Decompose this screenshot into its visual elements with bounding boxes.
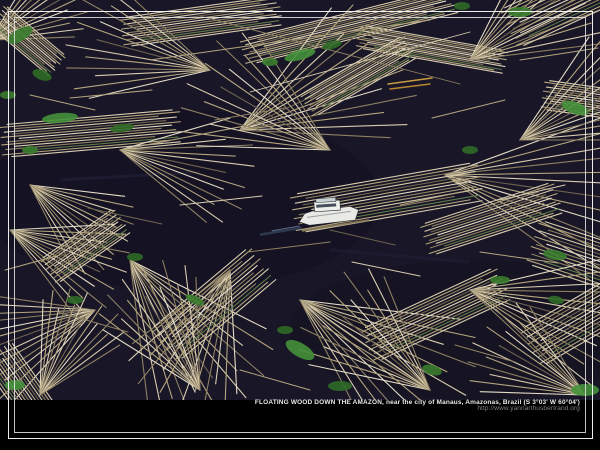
wallpaper: FLOATING WOOD DOWN THE AMAZON, near the …: [0, 0, 600, 450]
caption-url: http://www.yannarthusbertrand.org: [255, 406, 580, 412]
amazon-aerial-photo: [0, 0, 600, 400]
caption: FLOATING WOOD DOWN THE AMAZON, near the …: [255, 400, 580, 412]
